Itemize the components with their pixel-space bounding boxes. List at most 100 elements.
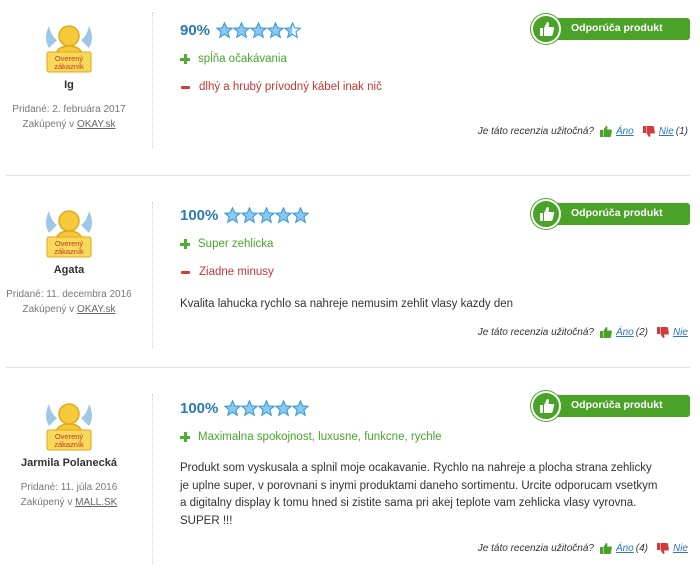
star-full-icon	[275, 206, 293, 223]
star-full-icon	[241, 206, 259, 223]
helpful-yes-link[interactable]: Áno	[616, 126, 634, 137]
thumbs-up-icon	[599, 327, 612, 338]
pro-item: Maximalna spokojnost, luxusne, funkcne, …	[180, 429, 680, 445]
purchased-at-prefix: Zakúpený v	[22, 304, 75, 315]
review-text-line: a digitalny display k tomu hned si zisti…	[180, 497, 637, 509]
divider	[152, 394, 153, 564]
purchased-at: Zakúpený v OKAY.sk	[0, 119, 138, 130]
reviewer-info: Overený zákazník Agata Pridané: 11. dece…	[0, 203, 138, 315]
star-full-icon	[258, 399, 276, 416]
verified-customer-icon: Overený zákazník	[46, 403, 92, 451]
star-rating	[224, 206, 310, 224]
rating-percent: 90%	[180, 21, 211, 39]
con-text: dlhý a hrubý prívodný kábel inak nič	[199, 81, 382, 93]
purchased-at-prefix: Zakúpený v	[22, 119, 75, 130]
star-full-icon	[275, 399, 293, 416]
pro-text: Super zehlicka	[198, 238, 274, 250]
review-date: Pridané: 11. júla 2016	[20, 482, 118, 493]
svg-text:zákazník: zákazník	[54, 440, 84, 449]
verified-customer-badge: Overený zákazník	[41, 396, 97, 452]
helpful-yes-link[interactable]: Áno	[616, 543, 634, 554]
review-text-line: SUPER !!!	[180, 514, 233, 527]
review-content: 100% Maximalna spokojnost, luxusne, funk…	[180, 398, 680, 530]
review-text: Produkt som vyskusala a splnil moje ocak…	[180, 460, 680, 530]
helpful-question: Je táto recenzia užitočná?	[477, 126, 594, 137]
helpful-yes-link[interactable]: Áno	[616, 327, 634, 338]
divider	[152, 202, 153, 348]
star-full-icon	[267, 21, 285, 38]
review-date: Pridané: 2. februára 2017	[12, 104, 126, 115]
star-full-icon	[224, 399, 242, 416]
pro-item: Super zehlicka	[180, 236, 680, 252]
reviewer-info: Overený zákazník Jarmila Polanecká Prida…	[0, 396, 138, 508]
star-rating	[224, 399, 310, 417]
thumbs-up-icon	[531, 199, 561, 229]
shop-link[interactable]: OKAY.sk	[77, 119, 116, 130]
minus-icon	[181, 85, 190, 89]
helpful-no-link[interactable]: Nie	[673, 327, 688, 338]
star-full-icon	[241, 399, 259, 416]
thumbs-up-icon	[531, 391, 561, 421]
con-item: Ziadne minusy	[180, 264, 680, 280]
helpfulness: Je táto recenzia užitočná? Áno Nie (1)	[478, 126, 688, 137]
review-date: Pridané: 11. decembra 2016	[6, 289, 132, 300]
recommends-product-badge: Odporúča produkt	[531, 199, 690, 229]
star-rating	[216, 21, 302, 39]
recommends-product-label: Odporúča produkt	[571, 207, 663, 219]
star-half-icon	[284, 21, 302, 38]
shop-link[interactable]: OKAY.sk	[77, 304, 116, 315]
shop-link[interactable]: MALL.SK	[75, 497, 117, 508]
review-2: Overený zákazník Agata Pridané: 11. dece…	[0, 176, 700, 368]
helpful-no-link[interactable]: Nie	[659, 126, 674, 137]
purchased-at: Zakúpený v OKAY.sk	[0, 304, 138, 315]
recommends-product-label: Odporúča produkt	[571, 399, 663, 411]
plus-icon	[180, 239, 190, 249]
verified-customer-badge: Overený zákazník	[41, 18, 97, 74]
purchased-at-prefix: Zakúpený v	[20, 497, 73, 508]
helpful-no-link[interactable]: Nie	[673, 543, 688, 554]
recommends-product-badge: Odporúča produkt	[531, 14, 690, 44]
recommends-product-label: Odporúča produkt	[571, 22, 663, 34]
review-3: Overený zákazník Jarmila Polanecká Prida…	[0, 368, 700, 569]
helpfulness: Je táto recenzia užitočná? Áno (4) Nie	[478, 543, 688, 554]
thumbs-up-icon	[599, 543, 612, 554]
star-full-icon	[258, 206, 276, 223]
thumbs-up-icon	[531, 14, 561, 44]
review-1: Overený zákazník Ig Pridané: 2. februára…	[0, 0, 700, 176]
thumbs-up-icon	[599, 126, 612, 137]
purchased-at: Zakúpený v MALL.SK	[0, 497, 138, 508]
plus-icon	[180, 432, 190, 442]
thumbs-down-icon	[642, 126, 655, 137]
verified-customer-icon: Overený zákazník	[46, 25, 92, 73]
helpfulness: Je táto recenzia užitočná? Áno (2) Nie	[478, 327, 688, 338]
svg-text:zákazník: zákazník	[54, 247, 84, 256]
verified-customer-badge: Overený zákazník	[41, 203, 97, 259]
star-full-icon	[292, 206, 310, 223]
con-item: dlhý a hrubý prívodný kábel inak nič	[180, 79, 680, 95]
rating-percent: 100%	[180, 206, 219, 224]
reviewer-name: Ig	[64, 79, 74, 91]
con-text: Ziadne minusy	[199, 266, 274, 278]
star-full-icon	[250, 21, 268, 38]
reviewer-info: Overený zákazník Ig Pridané: 2. februára…	[0, 18, 138, 130]
rating-percent: 100%	[180, 399, 219, 417]
plus-icon	[180, 54, 190, 64]
reviewer-name: Jarmila Polanecká	[20, 457, 117, 469]
minus-icon	[181, 270, 190, 274]
pro-text: spĺňa očakávania	[198, 53, 287, 65]
reviewer-name: Agata	[53, 264, 85, 276]
divider	[152, 12, 153, 148]
helpful-question: Je táto recenzia užitočná?	[477, 327, 594, 338]
pro-item: spĺňa očakávania	[180, 51, 680, 67]
yes-count: (4)	[635, 543, 648, 554]
star-full-icon	[216, 21, 234, 38]
recommends-product-badge: Odporúča produkt	[531, 391, 690, 421]
helpful-question: Je táto recenzia užitočná?	[477, 543, 594, 554]
review-text: Kvalita lahucka rychlo sa nahreje nemusi…	[180, 298, 514, 310]
yes-count: (2)	[635, 327, 648, 338]
svg-text:zákazník: zákazník	[54, 62, 84, 71]
star-full-icon	[292, 399, 310, 416]
no-count: (1)	[675, 126, 688, 137]
star-full-icon	[233, 21, 251, 38]
star-full-icon	[224, 206, 242, 223]
